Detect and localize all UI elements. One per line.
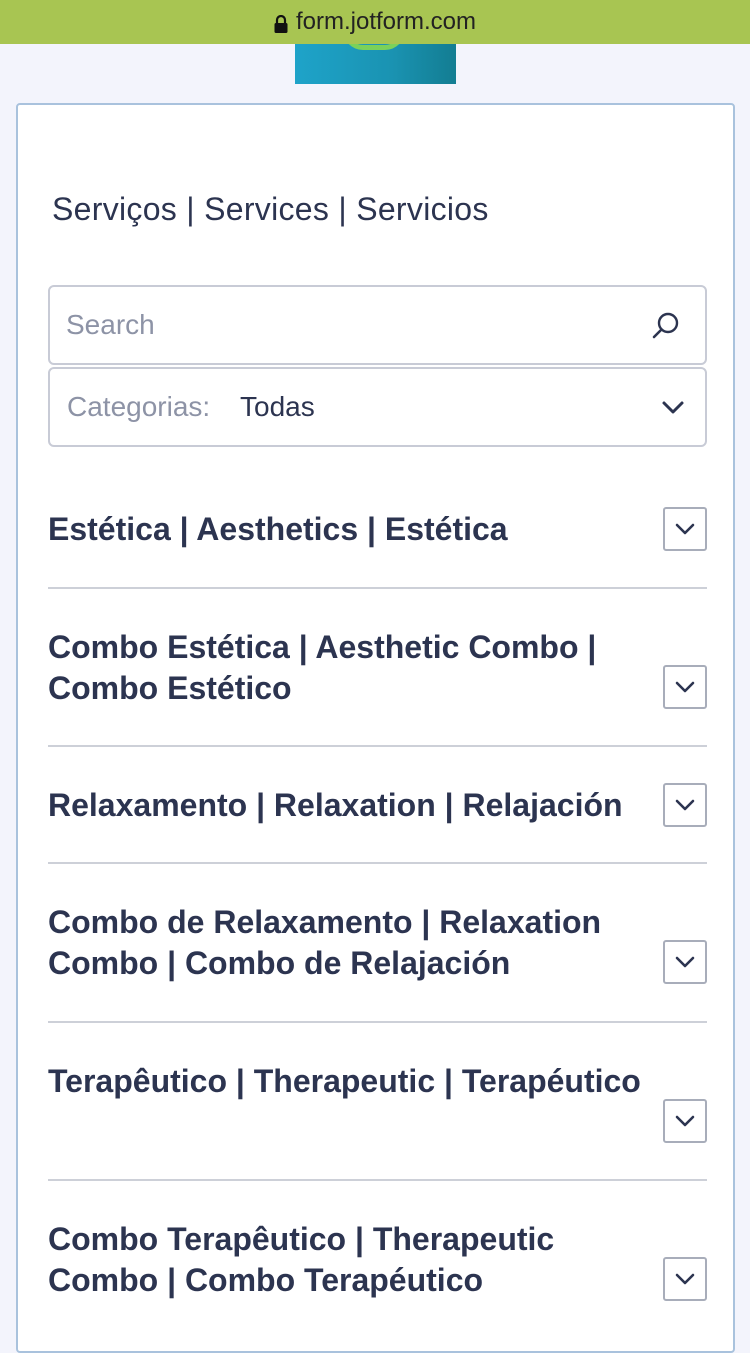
page-title: Serviços | Services | Servicios bbox=[52, 191, 489, 227]
category-title: Combo de Relaxamento | Relaxation Combo … bbox=[48, 904, 602, 981]
url-text: form.jotform.com bbox=[295, 8, 477, 35]
chevron-down-icon bbox=[661, 397, 685, 417]
expand-toggle-button[interactable] bbox=[663, 1099, 707, 1143]
category-item-therapeutic[interactable]: Terapêutico | Therapeutic | Terapéutico bbox=[48, 1023, 707, 1181]
expand-toggle-button[interactable] bbox=[663, 665, 707, 709]
search-icon[interactable] bbox=[651, 311, 681, 341]
chevron-down-icon bbox=[675, 523, 695, 535]
brand-logo bbox=[295, 44, 456, 84]
lock-icon bbox=[274, 12, 288, 33]
chevron-down-icon bbox=[675, 799, 695, 811]
category-item-aesthetic-combo[interactable]: Combo Estética | Aesthetic Combo | Combo… bbox=[48, 589, 707, 747]
expand-toggle-button[interactable] bbox=[663, 940, 707, 984]
search-box[interactable] bbox=[48, 285, 707, 365]
category-item-relaxation-combo[interactable]: Combo de Relaxamento | Relaxation Combo … bbox=[48, 864, 707, 1023]
category-selected-value: Todas bbox=[240, 391, 315, 422]
category-item-relaxation[interactable]: Relaxamento | Relaxation | Relajación bbox=[48, 747, 707, 864]
chevron-down-icon bbox=[675, 681, 695, 693]
category-title: Terapêutico | Therapeutic | Terapéutico bbox=[48, 1063, 641, 1099]
chevron-down-icon bbox=[675, 1273, 695, 1285]
category-title: Relaxamento | Relaxation | Relajación bbox=[48, 787, 623, 823]
browser-url-bar[interactable]: form.jotform.com bbox=[0, 0, 750, 44]
category-title: Estética | Aesthetics | Estética bbox=[48, 511, 508, 547]
chevron-down-icon bbox=[675, 1115, 695, 1127]
search-input[interactable] bbox=[66, 305, 626, 345]
category-dropdown[interactable]: Categorias: Todas bbox=[48, 367, 707, 447]
category-title: Combo Terapêutico | Therapeutic Combo | … bbox=[48, 1221, 555, 1298]
category-list: Estética | Aesthetics | Estética Combo E… bbox=[48, 467, 707, 1341]
category-label: Categorias: bbox=[67, 391, 211, 422]
chevron-down-icon bbox=[675, 956, 695, 968]
category-item-aesthetics[interactable]: Estética | Aesthetics | Estética bbox=[48, 467, 707, 589]
category-item-therapeutic-combo[interactable]: Combo Terapêutico | Therapeutic Combo | … bbox=[48, 1181, 707, 1341]
form-card: Serviços | Services | Servicios Categori… bbox=[16, 103, 735, 1353]
expand-toggle-button[interactable] bbox=[663, 507, 707, 551]
category-title: Combo Estética | Aesthetic Combo | Combo… bbox=[48, 629, 597, 706]
expand-toggle-button[interactable] bbox=[663, 1257, 707, 1301]
expand-toggle-button[interactable] bbox=[663, 783, 707, 827]
